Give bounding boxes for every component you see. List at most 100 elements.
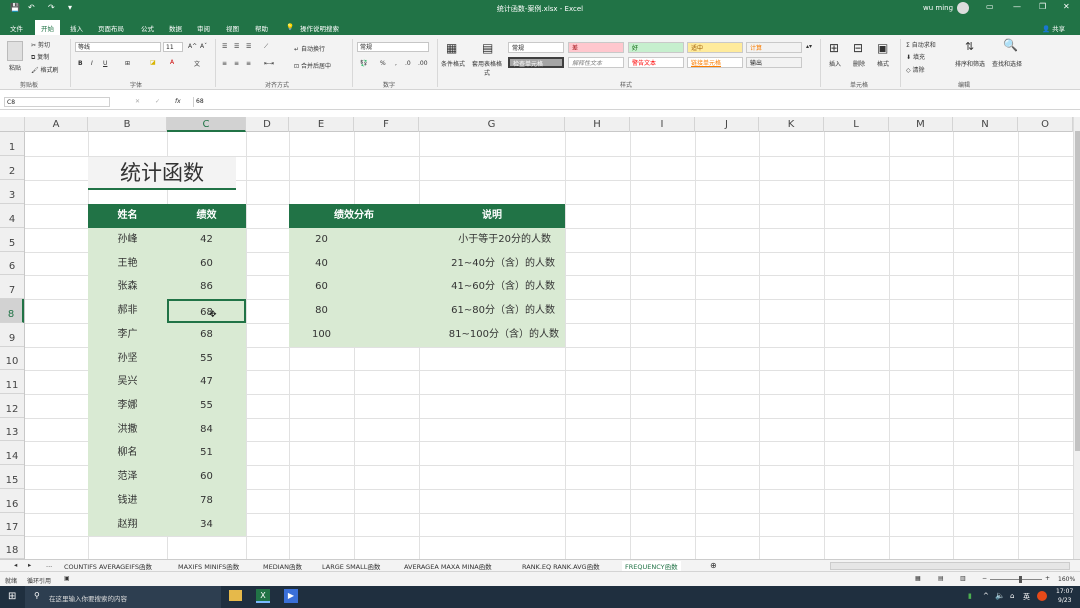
zoom-out-icon[interactable]: −	[982, 575, 987, 582]
table-cell[interactable]: 李广	[88, 323, 167, 347]
zoom-in-icon[interactable]: +	[1045, 575, 1050, 582]
next-sheet-icon[interactable]: ▸	[28, 561, 31, 569]
table-cell[interactable]: 61~80分（含）的人数	[419, 299, 565, 323]
tab-insert[interactable]: 插入	[70, 23, 83, 33]
table-cell[interactable]: 60	[167, 252, 246, 275]
cut-button[interactable]: ✂ 剪切	[31, 40, 50, 49]
row-header[interactable]: 9	[0, 323, 24, 347]
share-button[interactable]: 👤 共享	[1042, 23, 1065, 33]
orientation-icon[interactable]: ⟋	[264, 43, 268, 51]
notification-app-icon[interactable]	[1037, 591, 1047, 601]
style-output[interactable]: 输出	[746, 57, 802, 68]
column-header[interactable]: G	[419, 117, 565, 132]
volume-icon[interactable]: 🔈	[995, 591, 1005, 600]
zoom-level[interactable]: 160%	[1058, 576, 1075, 583]
style-calculation[interactable]: 计算	[746, 42, 802, 53]
table-cell[interactable]: 42	[167, 228, 246, 252]
fill-color-icon[interactable]: ◪	[150, 59, 156, 66]
name-box[interactable]: C8	[4, 97, 110, 107]
align-center-icon[interactable]: ≡	[234, 60, 239, 67]
table-cell[interactable]: 20	[289, 228, 354, 252]
table-cell[interactable]: 60	[289, 275, 354, 299]
add-sheet-icon[interactable]: ⊕	[710, 561, 717, 570]
sheet-tab[interactable]: AVERAGEA MAXA MINA函数	[404, 561, 492, 571]
column-header[interactable]: B	[88, 117, 167, 132]
row-header[interactable]: 1	[0, 132, 24, 156]
table-cell[interactable]: 孙坚	[88, 347, 167, 370]
table-cell[interactable]: 41~60分（含）的人数	[419, 275, 565, 299]
row-header[interactable]: 16	[0, 489, 24, 513]
row-header[interactable]: 2	[0, 156, 24, 180]
style-neutral[interactable]: 适中	[687, 42, 743, 53]
fill-button[interactable]: ⬇ 填充	[906, 52, 925, 61]
wrap-text-button[interactable]: ↵ 自动换行	[294, 44, 325, 53]
table-cell[interactable]: 80	[289, 299, 354, 323]
row-header[interactable]: 4	[0, 204, 24, 228]
table-cell[interactable]: 81~100分（含）的人数	[419, 323, 565, 347]
table-cell[interactable]: 钱进	[88, 489, 167, 513]
phonetic-icon[interactable]: 文	[194, 59, 200, 68]
italic-button[interactable]: I	[91, 60, 93, 67]
find-select-icon[interactable]: 🔍	[1003, 38, 1018, 52]
insert-function-button[interactable]: fx	[175, 98, 181, 105]
table-cell[interactable]: 范泽	[88, 465, 167, 489]
maximize-icon[interactable]: ❐	[1039, 2, 1046, 11]
format-cells-button[interactable]: 格式	[877, 59, 889, 68]
tab-view[interactable]: 视图	[226, 23, 239, 33]
row-header[interactable]: 7	[0, 275, 24, 299]
table-cell[interactable]: 柳名	[88, 441, 167, 465]
number-format-select[interactable]: 常规	[357, 42, 429, 52]
table-cell[interactable]: 孙峰	[88, 228, 167, 252]
underline-button[interactable]: U	[103, 60, 107, 67]
style-good[interactable]: 好	[628, 42, 684, 53]
currency-icon[interactable]: 💱	[360, 60, 367, 67]
find-select-button[interactable]: 查找和选择	[992, 59, 1022, 68]
prev-sheet-icon[interactable]: ◂	[14, 561, 17, 569]
table-cell[interactable]: 68	[167, 323, 246, 347]
column-header[interactable]: D	[246, 117, 289, 132]
indent-icon[interactable]: ⇤⇥	[264, 60, 274, 67]
table-cell[interactable]: 55	[167, 347, 246, 370]
taskbar-search[interactable]: ⚲ 在这里输入你要搜索的内容	[25, 586, 221, 608]
style-bad[interactable]: 差	[568, 42, 624, 53]
clock-date[interactable]: 9/23	[1058, 597, 1071, 604]
horizontal-scrollbar[interactable]	[830, 562, 1070, 570]
decrease-decimal-icon[interactable]: .00	[418, 60, 428, 67]
increase-decimal-icon[interactable]: .0	[405, 60, 411, 67]
table-cell[interactable]: 郝非	[88, 299, 167, 323]
column-header[interactable]: K	[759, 117, 824, 132]
align-right-icon[interactable]: ≡	[246, 60, 251, 67]
page-break-icon[interactable]: ▥	[960, 575, 966, 582]
scrollbar-thumb[interactable]	[1075, 131, 1080, 451]
border-icon[interactable]: ⊞	[125, 60, 130, 67]
status-circular[interactable]: 循环引用	[27, 576, 51, 585]
table-cell[interactable]: 40	[289, 252, 354, 275]
active-cell[interactable]: 68	[167, 299, 246, 323]
column-header[interactable]: A	[25, 117, 88, 132]
table-cell[interactable]: 小于等于20分的人数	[419, 228, 565, 252]
shrink-font-icon[interactable]: Aˇ	[200, 43, 207, 50]
font-name-select[interactable]: 等线	[75, 42, 161, 52]
file-explorer-icon[interactable]	[229, 590, 242, 601]
align-bottom-icon[interactable]: ☰	[246, 43, 251, 50]
column-header[interactable]: E	[289, 117, 354, 132]
ribbon-display-icon[interactable]: ▭	[986, 2, 994, 11]
table-cell[interactable]: 47	[167, 370, 246, 394]
close-icon[interactable]: ✕	[1063, 2, 1070, 11]
font-color-icon[interactable]: A	[170, 59, 174, 66]
input-language[interactable]: 英	[1023, 592, 1030, 602]
column-header[interactable]: I	[630, 117, 695, 132]
row-header[interactable]: 11	[0, 370, 24, 394]
avatar[interactable]	[957, 2, 969, 14]
paste-icon[interactable]	[7, 41, 23, 61]
page-layout-icon[interactable]: ▤	[938, 575, 944, 582]
table-cell[interactable]: 张森	[88, 275, 167, 299]
percent-button[interactable]: %	[380, 60, 386, 67]
style-linked-cell[interactable]: 链接单元格	[687, 57, 743, 68]
sort-filter-icon[interactable]: ⇅	[965, 40, 974, 53]
table-cell[interactable]: 34	[167, 513, 246, 536]
insert-cells-icon[interactable]: ⊞	[829, 41, 839, 55]
bold-button[interactable]: B	[78, 60, 83, 67]
tell-me-search[interactable]: 操作说明搜索	[300, 23, 339, 33]
table-header[interactable]: 绩效分布	[289, 204, 419, 228]
